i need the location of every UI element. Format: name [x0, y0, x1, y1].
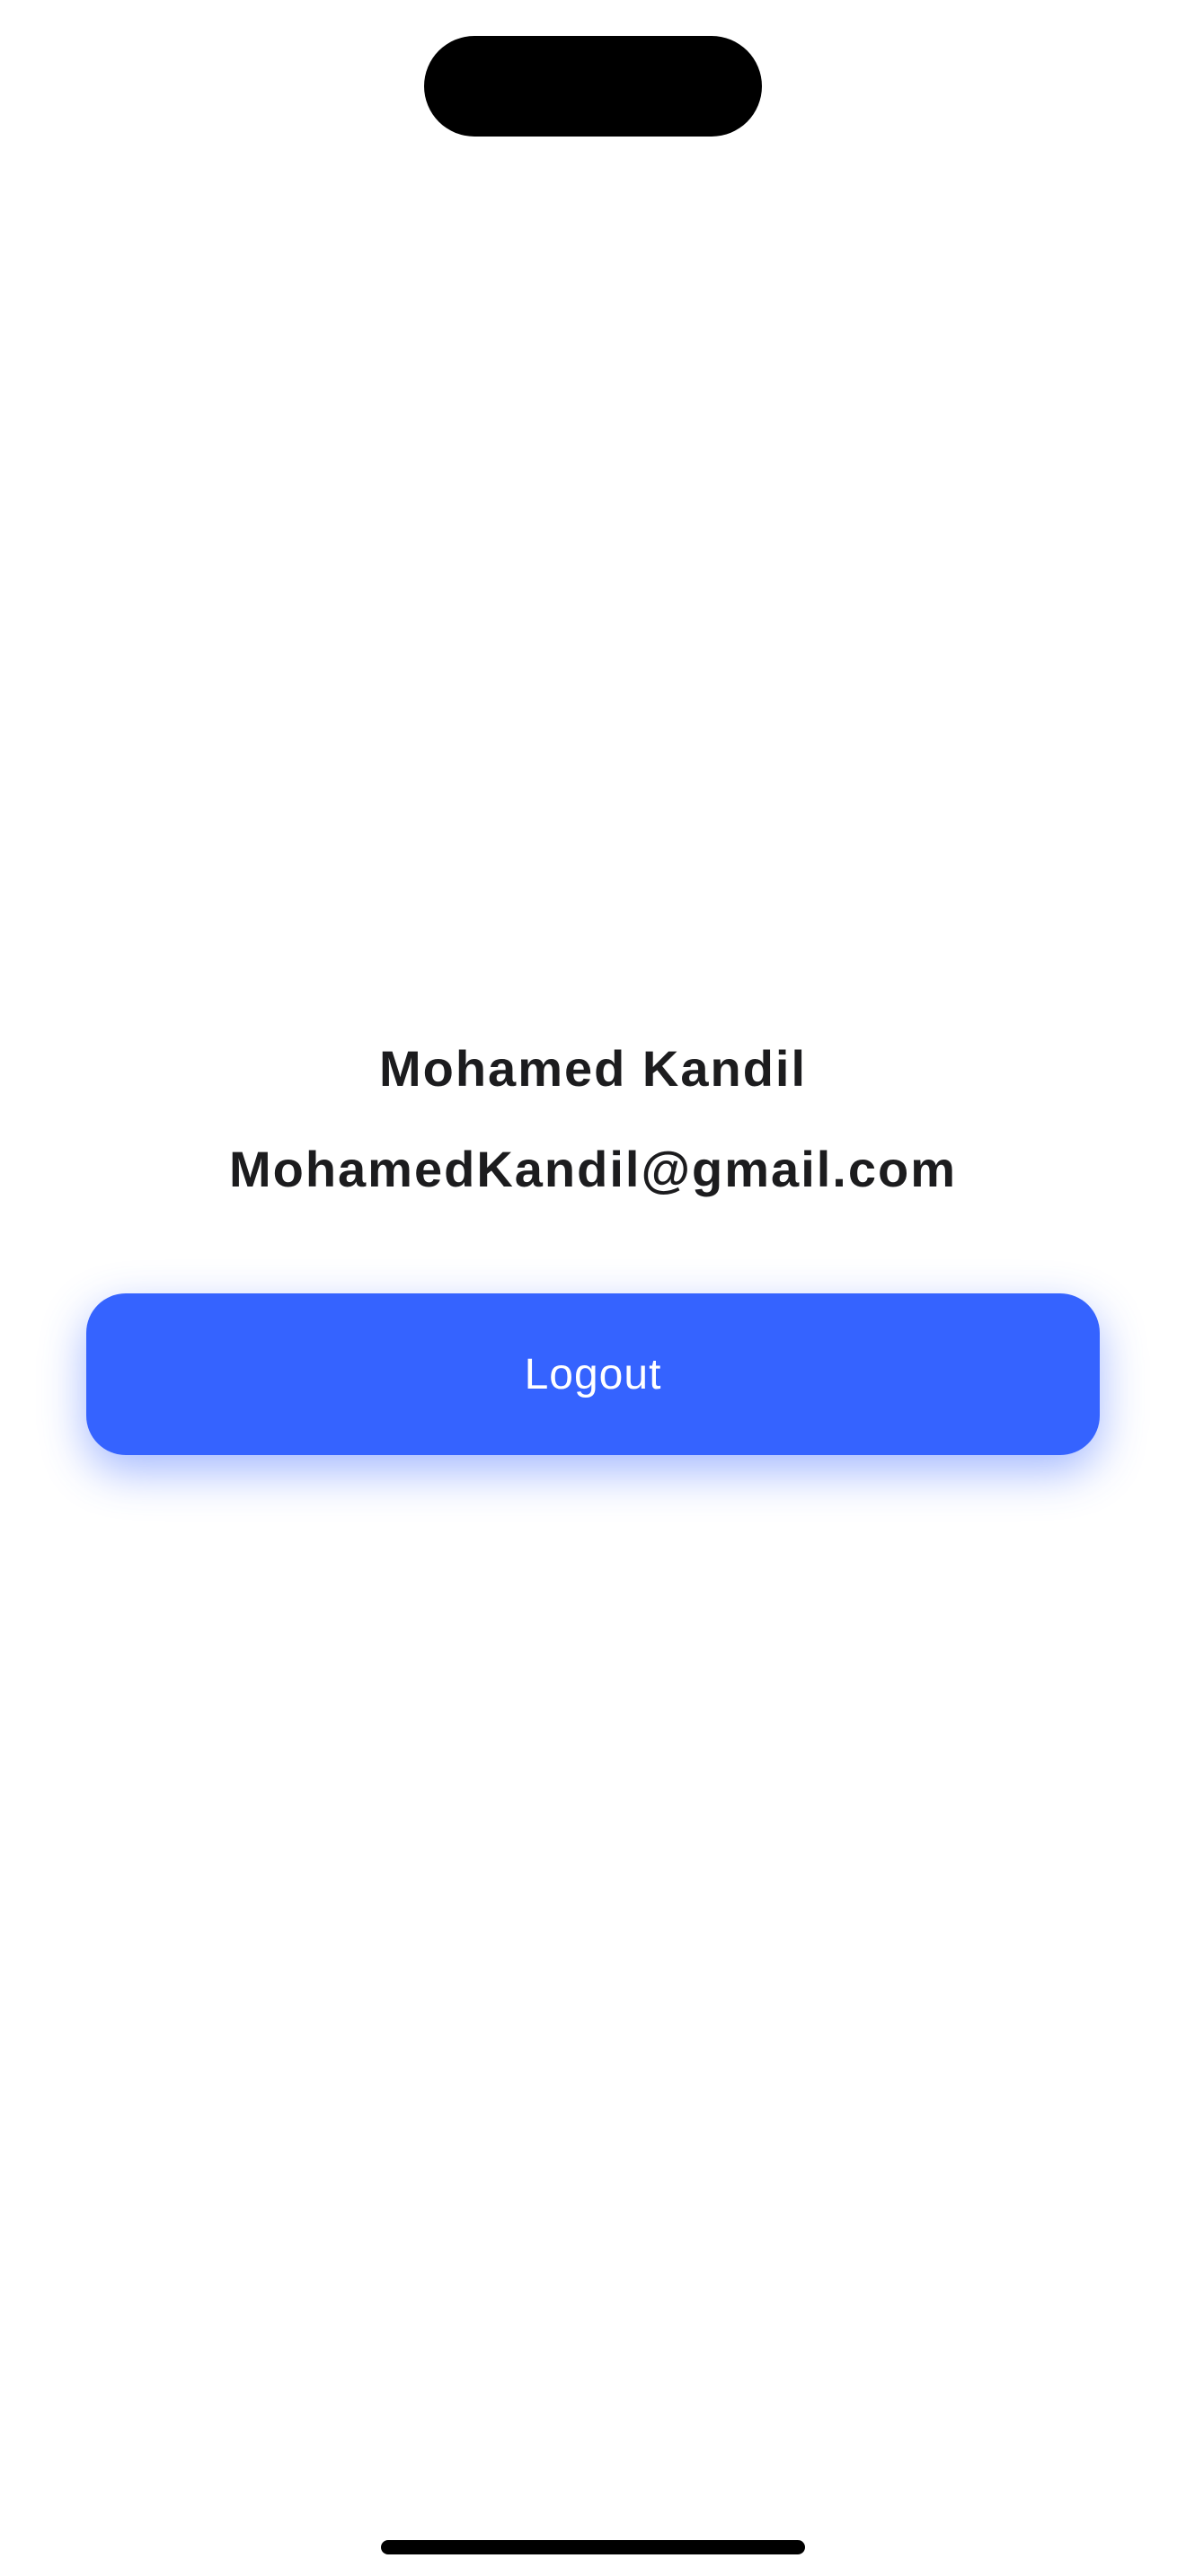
profile-email: MohamedKandil@gmail.com [228, 1141, 958, 1197]
logout-button-label: Logout [524, 1350, 662, 1398]
dynamic-island [424, 36, 762, 137]
home-indicator[interactable] [381, 2540, 805, 2554]
profile-name: Mohamed Kandil [378, 1040, 808, 1097]
logout-button[interactable]: Logout [86, 1293, 1100, 1455]
